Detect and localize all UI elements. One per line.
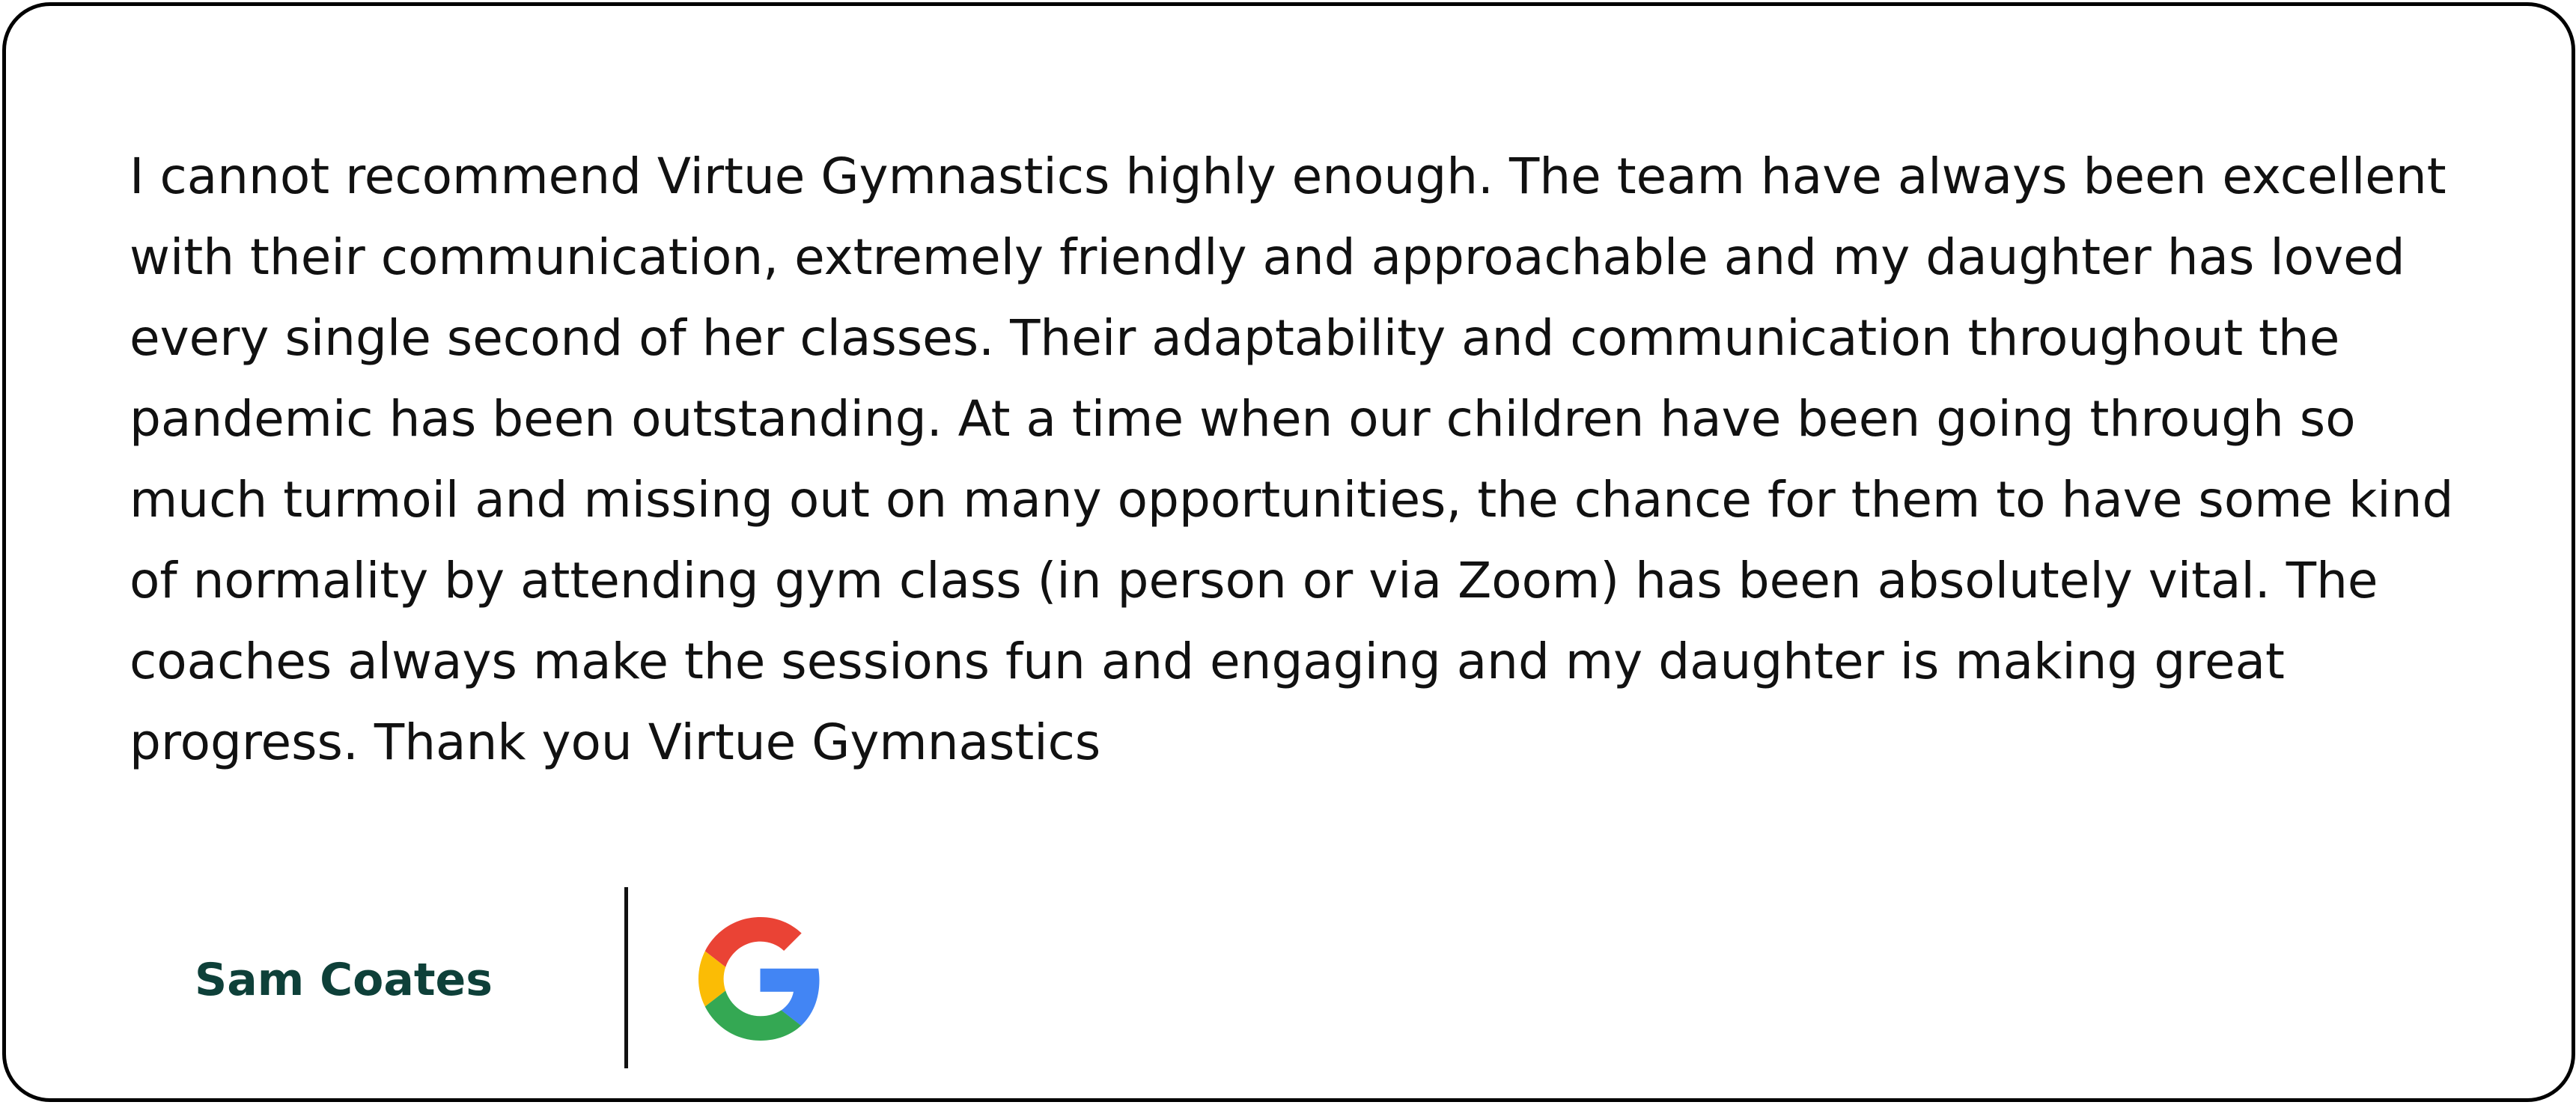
review-footer: Sam Coates (6, 887, 2572, 1071)
google-logo-icon (698, 917, 822, 1041)
reviewer-name: Sam Coates (195, 954, 493, 1006)
review-card: I cannot recommend Virtue Gymnastics hig… (2, 2, 2575, 1102)
review-text: I cannot recommend Virtue Gymnastics hig… (130, 147, 2454, 771)
footer-divider (624, 887, 628, 1068)
